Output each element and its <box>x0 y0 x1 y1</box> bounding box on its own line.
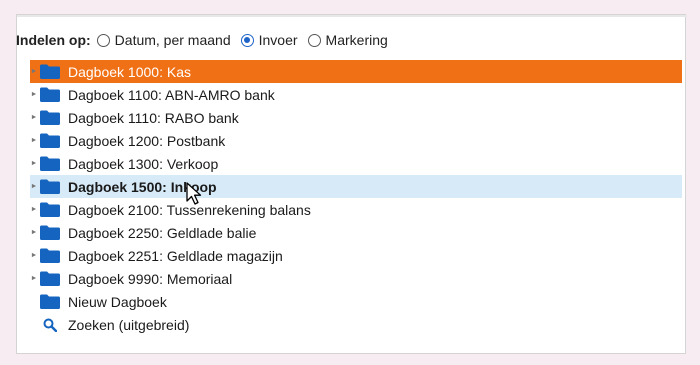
tree-item[interactable]: ► Dagboek 1100: ABN-AMRO bank <box>30 83 682 106</box>
tree-item-label: Dagboek 1100: ABN-AMRO bank <box>68 86 275 103</box>
radio-label: Invoer <box>258 32 298 48</box>
tree-item[interactable]: ► Dagboek 9990: Memoriaal <box>30 267 682 290</box>
folder-icon <box>40 87 60 102</box>
folder-icon <box>40 294 60 309</box>
radio-datum-per-maand[interactable]: Datum, per maand <box>96 32 231 48</box>
folder-icon <box>40 133 60 148</box>
folder-icon <box>40 271 60 286</box>
advanced-search-item[interactable]: Zoeken (uitgebreid) <box>30 313 682 336</box>
folder-icon <box>40 110 60 125</box>
tree-item[interactable]: ► Dagboek 1500: Inkoop <box>30 175 682 198</box>
chevron-right-icon[interactable]: ► <box>30 91 38 98</box>
tree-item[interactable]: ► Dagboek 1200: Postbank <box>30 129 682 152</box>
chevron-right-icon[interactable]: ► <box>30 183 38 190</box>
tree-item-label: Dagboek 2100: Tussenrekening balans <box>68 201 311 218</box>
chevron-right-icon[interactable]: ► <box>30 68 38 75</box>
tree-item-label: Dagboek 9990: Memoriaal <box>68 270 233 287</box>
chevron-right-icon[interactable]: ► <box>30 252 38 259</box>
radio-markering[interactable]: Markering <box>307 32 388 48</box>
folder-icon <box>40 225 60 240</box>
tree-item-label: Dagboek 1110: RABO bank <box>68 109 239 126</box>
radio-label: Datum, per maand <box>114 32 231 48</box>
tree-item-label: Dagboek 2251: Geldlade magazijn <box>68 247 283 264</box>
advanced-search-label: Zoeken (uitgebreid) <box>68 316 190 333</box>
tree-item[interactable]: ► Dagboek 1000: Kas <box>30 60 682 83</box>
tree-item-label: Dagboek 1500: Inkoop <box>68 178 217 195</box>
search-icon <box>40 317 60 332</box>
chevron-right-icon[interactable]: ► <box>30 275 38 282</box>
new-journal-label: Nieuw Dagboek <box>68 293 167 310</box>
radio-invoer[interactable]: Invoer <box>240 32 298 48</box>
chevron-right-icon[interactable]: ► <box>30 160 38 167</box>
tree-item[interactable]: ► Dagboek 2250: Geldlade balie <box>30 221 682 244</box>
new-journal-item[interactable]: Nieuw Dagboek <box>30 290 682 313</box>
radio-circle <box>240 33 254 47</box>
tree-item[interactable]: ► Dagboek 2251: Geldlade magazijn <box>30 244 682 267</box>
tree-item[interactable]: ► Dagboek 1300: Verkoop <box>30 152 682 175</box>
tree-item[interactable]: ► Dagboek 2100: Tussenrekening balans <box>30 198 682 221</box>
radio-circle <box>96 33 110 47</box>
tree-item-label: Dagboek 1000: Kas <box>68 63 191 80</box>
group-by-bar: Indelen op: Datum, per maand Invoer Mark… <box>16 30 398 50</box>
folder-icon <box>40 64 60 79</box>
tree-item-label: Dagboek 1300: Verkoop <box>68 155 219 172</box>
radio-circle <box>307 33 321 47</box>
chevron-right-icon[interactable]: ► <box>30 206 38 213</box>
folder-icon <box>40 179 60 194</box>
folder-icon <box>40 156 60 171</box>
folder-icon <box>40 202 60 217</box>
chevron-right-icon[interactable]: ► <box>30 137 38 144</box>
tree-item[interactable]: ► Dagboek 1110: RABO bank <box>30 106 682 129</box>
radio-label: Markering <box>325 32 388 48</box>
tree-item-label: Dagboek 1200: Postbank <box>68 132 226 149</box>
group-by-label: Indelen op: <box>16 32 91 48</box>
panel-top-border <box>17 15 687 17</box>
folder-icon <box>40 248 60 263</box>
tree-item-label: Dagboek 2250: Geldlade balie <box>68 224 257 241</box>
journal-tree: ► Dagboek 1000: Kas ► Dagboek 1100: ABN-AMR… <box>30 60 682 336</box>
chevron-right-icon[interactable]: ► <box>30 114 38 121</box>
chevron-right-icon[interactable]: ► <box>30 229 38 236</box>
